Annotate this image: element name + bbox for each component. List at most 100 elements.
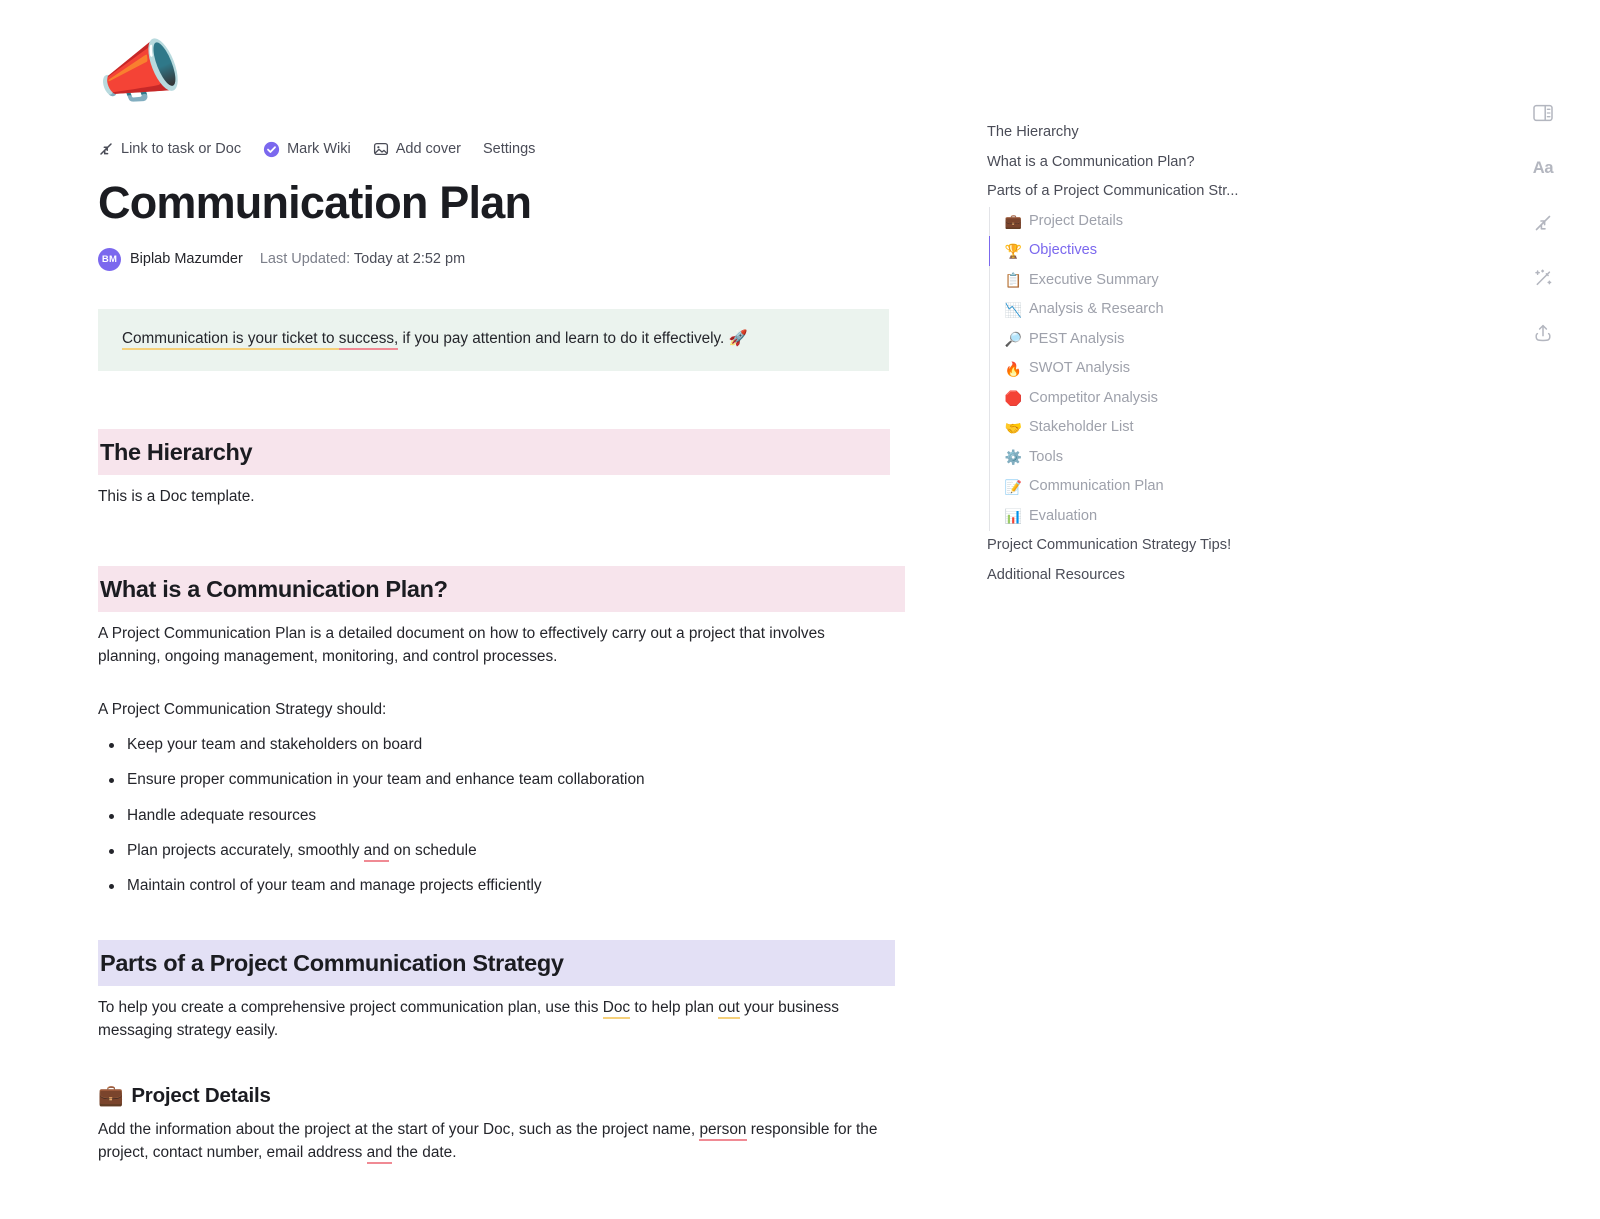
outline-item-competitor-analysis[interactable]: 🛑 Competitor Analysis	[989, 384, 1388, 414]
heading-what-is-a-communication-plan: What is a Communication Plan?	[98, 565, 905, 612]
outline-item-label: Executive Summary	[1028, 271, 1159, 288]
list-item: Maintain control of your team and manage…	[109, 875, 918, 897]
outline-sub-items: 💼 Project Details 🏆 Objectives 📋 Executi…	[988, 206, 1388, 532]
handshake-icon: 🤝	[1004, 419, 1022, 436]
stop-sign-icon: 🛑	[1004, 390, 1022, 407]
heading-parts-of-a-project-communication-strategy: Parts of a Project Communication Strateg…	[98, 939, 895, 986]
list-item: Ensure proper communication in your team…	[109, 769, 918, 791]
outline-item-parts-of-a-project-communication-strategy[interactable]: Parts of a Project Communication Str...	[987, 177, 1287, 207]
outline-item-project-details[interactable]: 💼 Project Details	[989, 207, 1388, 237]
mark-wiki-label: Mark Wiki	[287, 141, 351, 157]
right-icon-rail: Aa	[1530, 100, 1556, 346]
list-item: Keep your team and stakeholders on board	[109, 734, 918, 756]
mark-wiki-button[interactable]: Mark Wiki	[263, 141, 351, 158]
outline-item-tools[interactable]: ⚙️ Tools	[989, 443, 1388, 473]
link-to-task-or-doc-label: Link to task or Doc	[121, 141, 242, 157]
outline-item-swot-analysis[interactable]: 🔥 SWOT Analysis	[989, 354, 1388, 384]
outline-item-label: Communication Plan	[1028, 478, 1164, 494]
avatar[interactable]: BM	[98, 247, 121, 271]
heading-the-hierarchy: The Hierarchy	[98, 428, 890, 475]
doc-page: 📣 Link to task or Doc Mark Wiki Add cove…	[0, 0, 1600, 1219]
callout-text-highlight: success,	[338, 330, 399, 351]
outline-item-the-hierarchy[interactable]: The Hierarchy	[987, 118, 1287, 148]
image-icon	[373, 141, 389, 157]
toggle-outline-panel-icon[interactable]	[1530, 100, 1556, 126]
outline-item-label: PEST Analysis	[1028, 330, 1125, 347]
paragraph-parts-mark-out: out	[718, 998, 740, 1019]
outline-item-analysis-and-research[interactable]: 📉 Analysis & Research	[989, 295, 1388, 325]
outline-item-additional-resources[interactable]: Additional Resources	[987, 561, 1287, 591]
paragraph-hierarchy: This is a Doc template.	[98, 487, 255, 505]
gear-icon: ⚙️	[1004, 449, 1022, 466]
briefcase-icon: 💼	[1004, 213, 1022, 230]
rocket-icon: 🚀	[728, 330, 748, 348]
bar-chart-icon: 📊	[1004, 508, 1022, 525]
wiki-check-badge-icon	[263, 141, 280, 158]
briefcase-icon: 💼	[98, 1084, 124, 1108]
outline-item-label: Evaluation	[1028, 507, 1098, 524]
paragraph-parts-mark-doc: Doc	[602, 998, 631, 1019]
outline-item-pest-analysis[interactable]: 🔎 PEST Analysis	[989, 325, 1388, 355]
chart-decreasing-icon: 📉	[1004, 301, 1022, 318]
paragraph-pd-mark-person: person	[699, 1121, 747, 1142]
list-item-text-marked: and	[363, 842, 390, 863]
outline-item-evaluation[interactable]: 📊 Evaluation	[989, 502, 1388, 532]
list-item-text-post: on schedule	[389, 842, 477, 860]
magnifying-glass-icon: 🔎	[1004, 331, 1022, 348]
list-intro: A Project Communication Strategy should:	[98, 701, 387, 719]
outline-item-label: SWOT Analysis	[1028, 360, 1131, 376]
clipboard-icon: 📋	[1004, 272, 1022, 289]
outline-item-label: Tools	[1028, 448, 1064, 465]
heading-project-details: 💼 Project Details	[98, 1084, 918, 1108]
callout-banner: Communication is your ticket to success,…	[98, 309, 889, 371]
outline-item-label: Objectives	[1028, 242, 1098, 258]
font-size-icon[interactable]: Aa	[1530, 155, 1556, 181]
paragraph-pd-mark-and: and	[366, 1144, 393, 1165]
author-name: Biplab Mazumder	[130, 251, 243, 268]
settings-button[interactable]: Settings	[483, 141, 535, 157]
outline-item-label: Stakeholder List	[1028, 419, 1134, 435]
last-updated-value: Today at 2:52 pm	[353, 251, 466, 268]
document-body: 📣 Link to task or Doc Mark Wiki Add cove…	[98, 0, 918, 1165]
share-export-icon[interactable]	[1530, 320, 1556, 346]
doc-icon-megaphone[interactable]: 📣	[98, 38, 918, 124]
outline-item-label: Analysis & Research	[1028, 301, 1164, 317]
fire-icon: 🔥	[1004, 360, 1022, 377]
add-cover-label: Add cover	[395, 141, 462, 157]
list-item: Handle adequate resources	[109, 805, 918, 827]
paragraph-pd-post: the date.	[392, 1144, 457, 1162]
link-to-task-or-doc-button[interactable]: Link to task or Doc	[98, 141, 241, 157]
outline-item-project-communication-strategy-tips[interactable]: Project Communication Strategy Tips!	[987, 531, 1287, 561]
outline-item-label: Competitor Analysis	[1028, 389, 1158, 406]
last-updated-label: Last Updated:	[259, 251, 351, 268]
trophy-icon: 🏆	[1004, 242, 1022, 259]
paragraph-what-is: A Project Communication Plan is a detail…	[98, 624, 825, 665]
outline-item-communication-plan[interactable]: 📝 Communication Plan	[989, 472, 1388, 502]
add-cover-button[interactable]: Add cover	[373, 141, 461, 157]
outline-item-what-is-a-communication-plan[interactable]: What is a Communication Plan?	[987, 148, 1287, 178]
doc-toolbar: Link to task or Doc Mark Wiki Add cover …	[98, 138, 918, 160]
relationships-icon[interactable]	[1530, 210, 1556, 236]
link-arrows-icon	[98, 141, 114, 157]
callout-text-part1: Communication is your ticket to	[122, 330, 339, 351]
outline-item-executive-summary[interactable]: 📋 Executive Summary	[989, 266, 1388, 296]
outline-item-stakeholder-list[interactable]: 🤝 Stakeholder List	[989, 413, 1388, 443]
paragraph-parts-pre: To help you create a comprehensive proje…	[98, 998, 603, 1016]
strategy-bullet-list: Keep your team and stakeholders on board…	[98, 734, 918, 898]
outline-panel: The Hierarchy What is a Communication Pl…	[987, 118, 1387, 590]
heading-project-details-label: Project Details	[131, 1084, 271, 1108]
paragraph-parts-mid: to help plan	[630, 998, 719, 1016]
outline-item-objectives[interactable]: 🏆 Objectives	[988, 236, 1388, 266]
paragraph-pd-pre: Add the information about the project at…	[98, 1121, 700, 1139]
outline-item-label: Project Details	[1028, 212, 1124, 229]
callout-text-part3: if you pay attention and learn to do it …	[398, 330, 729, 348]
memo-icon: 📝	[1004, 478, 1022, 495]
paragraph-project-details: Add the information about the project at…	[98, 1118, 888, 1165]
list-item-text-pre: Plan projects accurately, smoothly	[127, 842, 364, 860]
last-updated: Last Updated: Today at 2:52 pm	[260, 251, 465, 267]
list-item: Plan projects accurately, smoothly and o…	[109, 840, 918, 863]
settings-label: Settings	[483, 141, 536, 157]
doc-meta: BM Biplab Mazumder Last Updated: Today a…	[98, 247, 918, 271]
ai-magic-wand-icon[interactable]	[1530, 265, 1556, 291]
page-title[interactable]: Communication Plan	[98, 177, 918, 228]
